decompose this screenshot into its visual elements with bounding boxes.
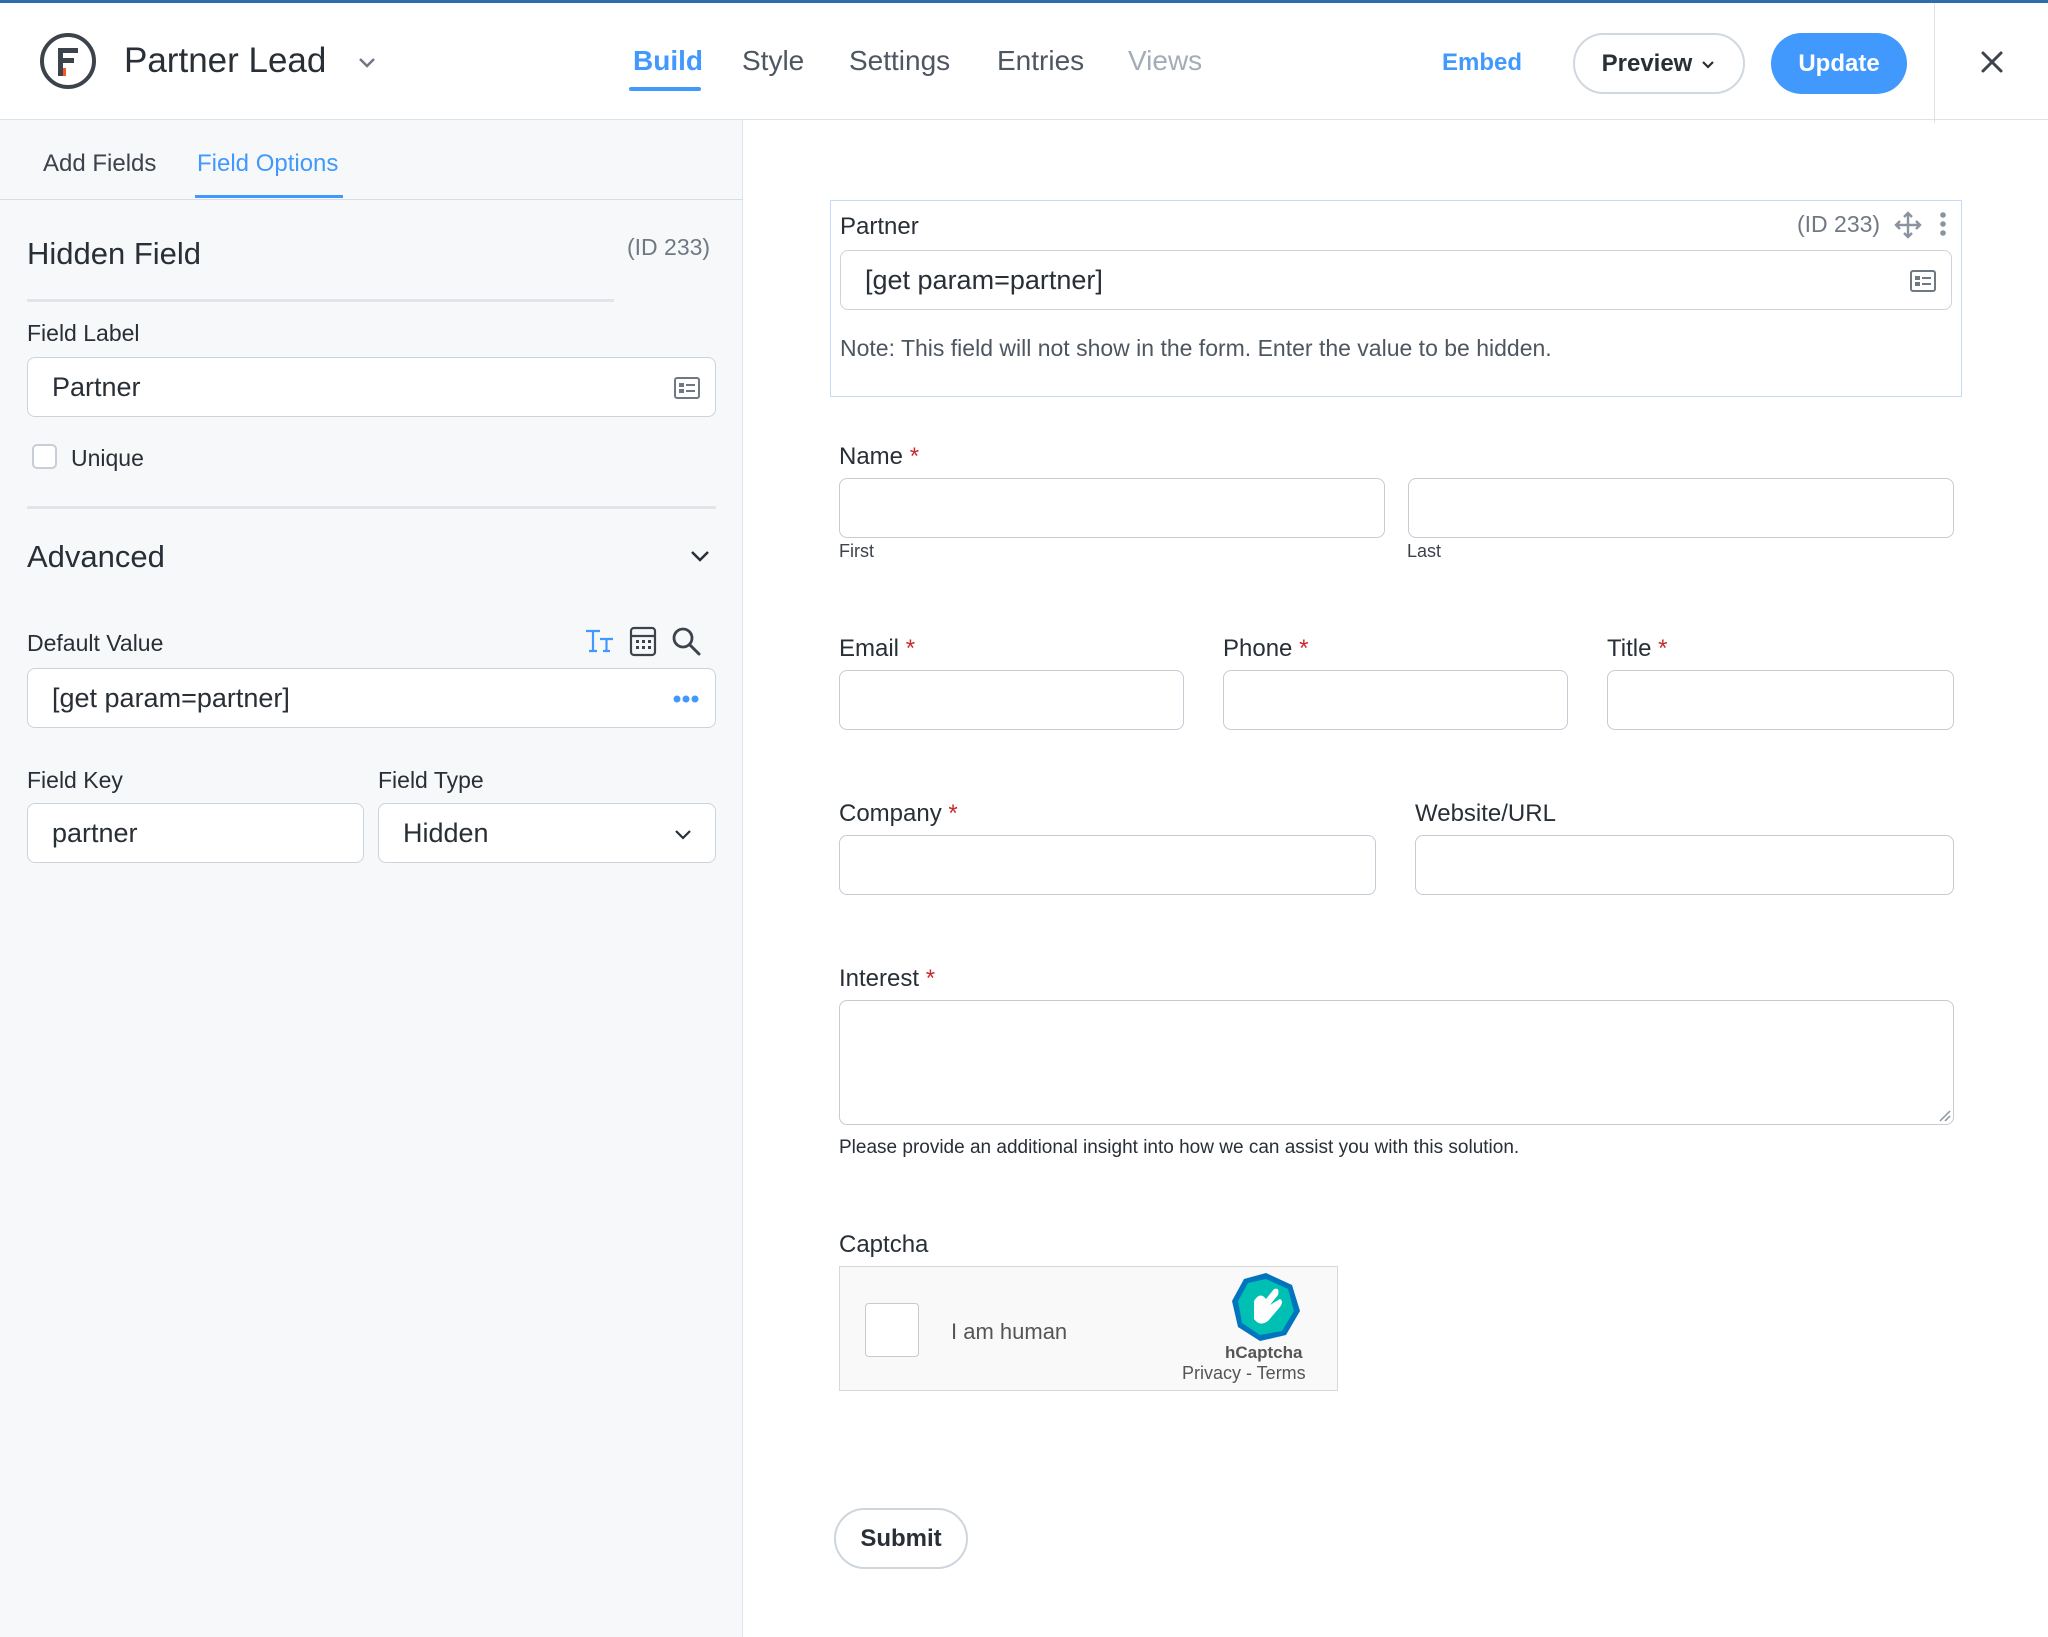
- required-asterisk: *: [1658, 635, 1668, 662]
- name-label-text: Name: [839, 443, 904, 470]
- email-input[interactable]: [839, 670, 1184, 730]
- email-label: Email *: [839, 635, 915, 663]
- active-tab-indicator: [629, 87, 701, 91]
- hidden-field-value-input[interactable]: [get param=partner]: [840, 250, 1952, 310]
- required-asterisk: *: [948, 800, 958, 827]
- required-asterisk: *: [925, 965, 936, 992]
- website-label: Website/URL: [1415, 800, 1556, 827]
- field-label-caption: Field Label: [27, 320, 140, 346]
- hidden-field-note: Note: This field will not show in the fo…: [840, 335, 1552, 361]
- tab-views[interactable]: Views: [1128, 45, 1202, 77]
- chevron-down-icon[interactable]: [688, 544, 712, 568]
- default-value-caption: Default Value: [27, 630, 164, 656]
- company-label-text: Company: [839, 800, 942, 827]
- default-value-input[interactable]: [get param=partner]: [27, 668, 716, 728]
- interest-label-text: Interest: [839, 965, 920, 992]
- chevron-down-icon[interactable]: [356, 51, 378, 73]
- field-label-input[interactable]: Partner: [27, 357, 716, 417]
- tab-settings[interactable]: Settings: [849, 45, 950, 77]
- title-label: Title *: [1607, 635, 1667, 663]
- search-icon[interactable]: [670, 625, 702, 657]
- hidden-field-value: [get param=partner]: [865, 264, 1103, 295]
- unique-checkbox[interactable]: [32, 444, 57, 469]
- close-icon[interactable]: [1977, 47, 2007, 77]
- divider: [27, 299, 614, 302]
- field-label-value: Partner: [52, 371, 141, 402]
- company-label: Company *: [839, 800, 958, 828]
- captcha-brand: hCaptcha: [1225, 1343, 1303, 1362]
- interest-label: Interest *: [839, 965, 935, 993]
- first-name-sublabel: First: [839, 541, 874, 561]
- tab-entries[interactable]: Entries: [997, 45, 1084, 77]
- tab-build[interactable]: Build: [633, 45, 703, 77]
- calculator-icon[interactable]: [627, 625, 659, 657]
- captcha-label: Captcha: [839, 1231, 929, 1258]
- tab-style[interactable]: Style: [742, 45, 804, 77]
- shortcode-list-icon[interactable]: [1909, 269, 1937, 293]
- hcaptcha-logo-icon: [1232, 1273, 1300, 1341]
- required-asterisk: *: [905, 635, 916, 662]
- field-key-value: partner: [52, 817, 138, 848]
- hidden-field-id: (ID 233): [1797, 211, 1881, 237]
- top-bar: Partner Lead Build Style Settings Entrie…: [0, 0, 2048, 123]
- more-vertical-icon[interactable]: [1939, 211, 1947, 237]
- phone-label-text: Phone: [1223, 635, 1293, 662]
- field-type-caption: Field Type: [378, 767, 484, 793]
- required-asterisk: *: [909, 443, 920, 470]
- move-icon[interactable]: [1894, 211, 1922, 239]
- field-key-caption: Field Key: [27, 767, 123, 793]
- preview-button[interactable]: Preview: [1573, 33, 1745, 94]
- title-label-text: Title: [1607, 635, 1652, 662]
- website-input[interactable]: [1415, 835, 1954, 895]
- field-type-value: Hidden: [403, 817, 489, 848]
- field-type-select[interactable]: Hidden: [378, 803, 716, 863]
- chevron-down-icon: [675, 830, 691, 840]
- captcha-checkbox[interactable]: [865, 1303, 919, 1357]
- chevron-down-icon: [1702, 60, 1715, 69]
- interest-textarea[interactable]: [839, 1000, 1954, 1125]
- phone-label: Phone *: [1223, 635, 1308, 663]
- hidden-field-label: Partner: [840, 213, 919, 240]
- preview-button-label: Preview: [1601, 49, 1693, 77]
- captcha-text: I am human: [951, 1319, 1068, 1344]
- advanced-heading[interactable]: Advanced: [27, 539, 165, 575]
- update-button[interactable]: Update: [1771, 33, 1907, 94]
- company-input[interactable]: [839, 835, 1376, 895]
- embed-link[interactable]: Embed: [1442, 49, 1522, 77]
- active-tab-indicator: [195, 195, 343, 198]
- hidden-field-card[interactable]: Partner (ID 233) [get param=partner] Not…: [830, 200, 1962, 397]
- divider: [1934, 3, 1935, 123]
- interest-description: Please provide an additional insight int…: [839, 1137, 1520, 1158]
- unique-label: Unique: [71, 445, 144, 471]
- first-name-input[interactable]: [839, 478, 1385, 538]
- hcaptcha-widget: I am human hCaptcha Privacy - Terms: [839, 1266, 1338, 1391]
- field-id-label: (ID 233): [627, 234, 711, 260]
- field-type-heading: Hidden Field: [27, 236, 202, 271]
- more-horizontal-icon[interactable]: [673, 695, 699, 703]
- divider: [0, 199, 743, 200]
- form-title[interactable]: Partner Lead: [124, 41, 326, 81]
- last-name-input[interactable]: [1408, 478, 1954, 538]
- captcha-links[interactable]: Privacy - Terms: [1182, 1363, 1306, 1384]
- field-options-panel: Add Fields Field Options Hidden Field (I…: [0, 120, 743, 1637]
- title-input[interactable]: [1607, 670, 1954, 730]
- last-name-sublabel: Last: [1407, 541, 1442, 561]
- divider: [27, 506, 716, 509]
- text-format-icon[interactable]: [584, 625, 616, 657]
- formidable-logo-icon[interactable]: [38, 31, 98, 91]
- tab-field-options[interactable]: Field Options: [197, 150, 338, 178]
- field-key-input[interactable]: partner: [27, 803, 364, 863]
- default-value-text: [get param=partner]: [52, 682, 290, 713]
- email-label-text: Email: [839, 635, 900, 662]
- tab-add-fields[interactable]: Add Fields: [43, 150, 156, 178]
- shortcode-list-icon[interactable]: [673, 376, 701, 400]
- required-asterisk: *: [1299, 635, 1309, 662]
- name-label: Name *: [839, 443, 919, 471]
- submit-button[interactable]: Submit: [834, 1508, 968, 1569]
- resize-handle-icon[interactable]: [1937, 1108, 1951, 1122]
- phone-input[interactable]: [1223, 670, 1568, 730]
